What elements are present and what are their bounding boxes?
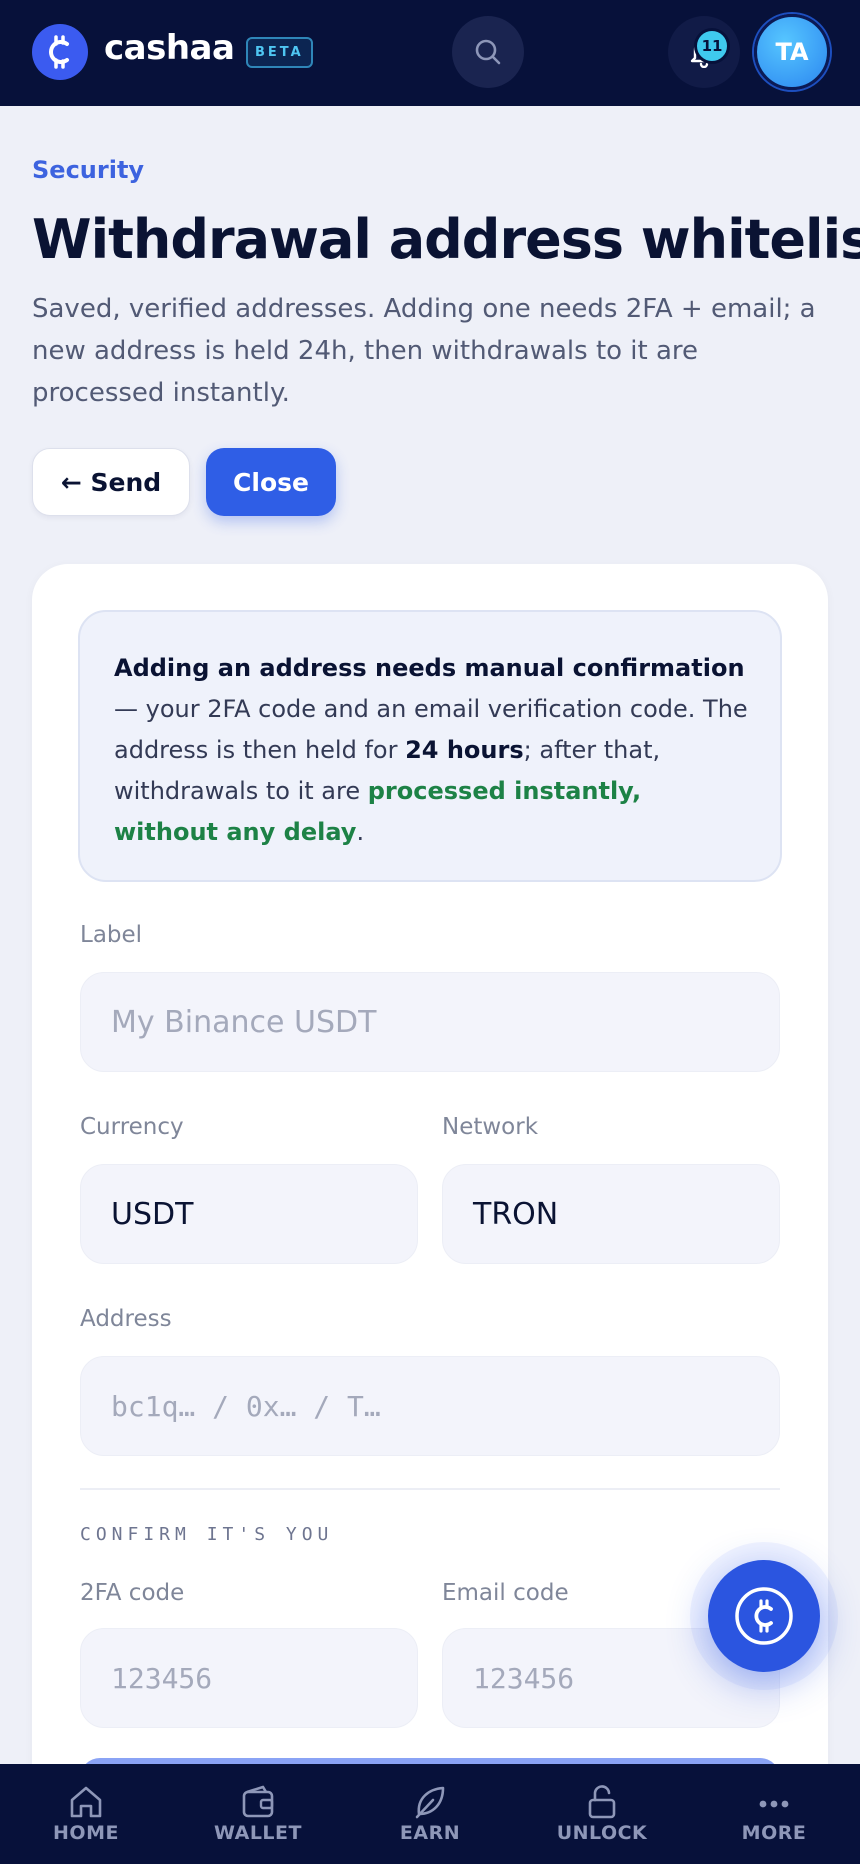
nav-item-home[interactable]: HOME [0, 1764, 172, 1864]
currency-field-label: Currency [80, 1114, 184, 1140]
nav-label-earn: EARN [399, 1822, 461, 1844]
label-input[interactable]: My Binance USDT [80, 972, 780, 1072]
form-divider [80, 1488, 780, 1490]
email-placeholder: 123456 [473, 1661, 575, 1695]
confirm-section-caption: CONFIRM IT'S YOU [80, 1524, 334, 1545]
search-icon [475, 39, 501, 65]
label-field-label: Label [80, 922, 143, 948]
twofa-field-label: 2FA code [80, 1580, 185, 1606]
twofa-code-input[interactable]: 123456 [80, 1628, 418, 1728]
cashaa-logo-icon[interactable] [32, 24, 88, 80]
address-field-label: Address [80, 1306, 172, 1332]
close-button[interactable]: Close [206, 448, 336, 516]
user-avatar[interactable]: TA [754, 14, 830, 90]
nav-item-unlock[interactable]: UNLOCK [516, 1764, 688, 1864]
page-title: Withdrawal address whitelist [32, 208, 860, 271]
nav-item-wallet[interactable]: WALLET [172, 1764, 344, 1864]
back-to-send-button[interactable]: ← Send [32, 448, 190, 516]
network-select[interactable]: TRON [442, 1164, 780, 1264]
network-value: TRON [473, 1196, 559, 1232]
address-input[interactable]: bc1q… / 0x… / T… [80, 1356, 780, 1456]
notice-hold-period: 24 hours [405, 736, 524, 764]
wallet-icon [242, 1785, 274, 1818]
nav-label-wallet: WALLET [214, 1822, 302, 1844]
email-code-field-label: Email code [442, 1580, 569, 1606]
bottom-nav: HOME WALLET EARN UNLOCK MORE [0, 1764, 860, 1864]
nav-label-more: MORE [741, 1822, 807, 1844]
more-dots-icon [759, 1800, 789, 1808]
twofa-placeholder: 123456 [111, 1661, 213, 1695]
nav-label-unlock: UNLOCK [556, 1822, 648, 1844]
support-chat-button[interactable] [708, 1560, 820, 1672]
currency-select[interactable]: USDT [80, 1164, 418, 1264]
search-button[interactable] [452, 16, 524, 88]
logo-text[interactable]: cashaa [104, 28, 235, 68]
confirmation-notice: Adding an address needs manual confirmat… [78, 610, 782, 882]
nav-label-home: HOME [53, 1822, 119, 1844]
notice-lead: Adding an address needs manual confirmat… [114, 654, 745, 682]
notification-count-badge: 11 [694, 28, 730, 64]
page-description: Saved, verified addresses. Adding one ne… [32, 294, 816, 408]
unlock-icon [588, 1785, 616, 1819]
address-placeholder: bc1q… / 0x… / T… [111, 1389, 381, 1423]
nav-item-earn[interactable]: EARN [344, 1764, 516, 1864]
home-icon [70, 1786, 102, 1818]
beta-badge: BETA [246, 37, 313, 68]
network-field-label: Network [442, 1114, 539, 1140]
label-placeholder: My Binance USDT [111, 1004, 377, 1040]
leaf-icon [415, 1786, 445, 1819]
nav-item-more[interactable]: MORE [688, 1764, 860, 1864]
notice-text-3: . [356, 818, 365, 846]
currency-value: USDT [111, 1196, 194, 1232]
cashaa-logo-icon [735, 1587, 793, 1645]
breadcrumb-security: Security [32, 156, 145, 184]
